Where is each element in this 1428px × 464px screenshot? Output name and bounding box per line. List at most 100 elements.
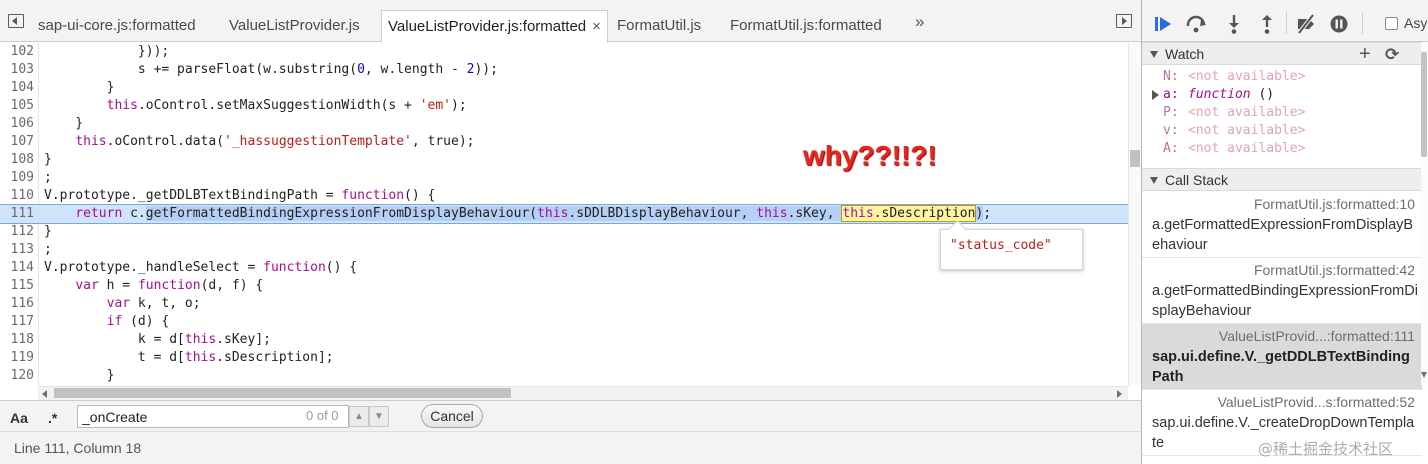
code-area[interactable]: 102 })); 103 s += parseFloat(w.substring(… <box>0 43 1128 386</box>
call-frame[interactable]: FormatUtil.js:formatted:42 a.getFormatted… <box>1142 258 1422 324</box>
code-text: ; <box>44 242 52 257</box>
call-frame-function: a.getFormattedBindingExpressionFromDispl… <box>1152 283 1418 319</box>
line-number[interactable]: 120 <box>0 367 34 385</box>
horizontal-scroll-thumb[interactable] <box>54 388 511 398</box>
step-into-icon[interactable] <box>1223 13 1245 35</box>
watch-value: <not available> <box>1188 105 1306 120</box>
line-number[interactable]: 115 <box>0 277 34 295</box>
async-checkbox[interactable] <box>1385 17 1398 30</box>
watch-name: v: <box>1163 123 1179 138</box>
line-number[interactable]: 103 <box>0 61 34 79</box>
line-number[interactable]: 107 <box>0 133 34 151</box>
code-line[interactable]: 103 s += parseFloat(w.substring(0, w.len… <box>0 61 1128 79</box>
watch-expression[interactable]: A: <not available> <box>1142 140 1422 158</box>
call-frame-location[interactable]: ValueListProvid...:formatted:111 <box>1219 328 1415 344</box>
code-line[interactable]: 104 } <box>0 79 1128 97</box>
line-number[interactable]: 116 <box>0 295 34 313</box>
pause-on-exceptions-icon[interactable] <box>1328 13 1350 35</box>
line-number[interactable]: 113 <box>0 241 34 259</box>
tab-sap-ui-core-formatted[interactable]: sap-ui-core.js:formatted <box>38 10 196 42</box>
watch-name: A: <box>1163 141 1179 156</box>
code-line[interactable]: 105 this.oControl.setMaxSuggestionWidth(… <box>0 97 1128 115</box>
expand-triangle-icon[interactable] <box>1152 90 1159 100</box>
code-line[interactable]: 117 if (d) { <box>0 313 1128 331</box>
watch-section-header[interactable]: Watch + ⟳ <box>1142 42 1422 65</box>
line-number[interactable]: 111 <box>0 205 34 223</box>
deactivate-breakpoints-icon[interactable] <box>1295 13 1317 35</box>
scroll-down-icon[interactable] <box>1421 372 1427 378</box>
async-label: Async <box>1404 15 1428 31</box>
cancel-search-button[interactable]: Cancel <box>421 404 483 428</box>
watch-expression[interactable]: a: function () <box>1142 86 1422 104</box>
match-case-toggle[interactable]: Aa <box>10 410 28 426</box>
popover-value: "status_code" <box>950 238 1052 253</box>
search-next-button[interactable]: ▼ <box>369 406 389 427</box>
tab-formatutil-formatted[interactable]: FormatUtil.js:formatted <box>730 10 882 42</box>
code-line[interactable]: 108} <box>0 151 1128 169</box>
code-text: V.prototype._handleSelect = function() { <box>44 260 358 275</box>
tab-formatutil[interactable]: FormatUtil.js <box>617 10 701 42</box>
search-previous-button[interactable]: ▲ <box>349 406 369 427</box>
code-line[interactable]: 107 this.oControl.data('_hassuggestionTe… <box>0 133 1128 151</box>
watch-expression[interactable]: v: <not available> <box>1142 122 1422 140</box>
code-line[interactable]: 119 t = d[this.sDescription]; <box>0 349 1128 367</box>
highlighted-code-line[interactable]: 111 return c.getFormattedBindingExpressi… <box>0 204 1128 224</box>
line-number[interactable]: 112 <box>0 223 34 241</box>
code-line[interactable]: 109; <box>0 169 1128 187</box>
code-text: })); <box>44 44 170 59</box>
code-line[interactable]: 120 } <box>0 367 1128 385</box>
annotation-text: why??!!?! <box>803 140 937 171</box>
sidebar-scroll-thumb[interactable] <box>1421 52 1427 157</box>
code-line[interactable]: 110 V.prototype._getDDLBTextBindingPath =… <box>0 187 1128 205</box>
code-line[interactable]: 102 })); <box>0 43 1128 61</box>
tab-label: ValueListProvider.js:formatted <box>388 18 587 35</box>
step-out-icon[interactable] <box>1256 13 1278 35</box>
code-text: this.oControl.setMaxSuggestionWidth(s + … <box>106 98 467 113</box>
watch-expression[interactable]: N: <not available> <box>1142 68 1422 86</box>
call-frame-function: sap.ui.define.V._getDDLBTextBindingPath <box>1152 349 1410 385</box>
line-number[interactable]: 110 <box>0 187 34 205</box>
call-frame-location[interactable]: FormatUtil.js:formatted:10 <box>1254 196 1415 212</box>
line-number[interactable]: 119 <box>0 349 34 367</box>
line-number[interactable]: 108 <box>0 151 34 169</box>
vertical-scroll-thumb[interactable] <box>1130 150 1140 167</box>
code-text: } <box>44 368 115 383</box>
add-watch-icon[interactable]: + <box>1359 43 1371 65</box>
toolbar-separator <box>1362 12 1363 34</box>
scroll-left-icon[interactable] <box>42 390 47 398</box>
call-frame[interactable]: ValueListProvid...:formatted:111 sap.ui.d… <box>1142 324 1422 390</box>
toolbar-separator <box>1286 12 1287 34</box>
call-stack-section-header[interactable]: Call Stack <box>1142 168 1422 191</box>
close-tab-icon[interactable]: × <box>592 18 601 35</box>
code-line[interactable]: 115 var h = function(d, f) { <box>0 277 1128 295</box>
more-tabs-icon[interactable]: » <box>915 12 925 32</box>
toggle-navigator-icon[interactable] <box>8 14 24 28</box>
line-number[interactable]: 114 <box>0 259 34 277</box>
code-line[interactable]: 118 k = d[this.sKey]; <box>0 331 1128 349</box>
line-number[interactable]: 118 <box>0 331 34 349</box>
code-text: V.prototype._getDDLBTextBindingPath = fu… <box>44 188 436 203</box>
line-number[interactable]: 117 <box>0 313 34 331</box>
regex-toggle[interactable]: .* <box>48 410 57 426</box>
call-frame-location[interactable]: FormatUtil.js:formatted:42 <box>1254 262 1415 278</box>
call-frame[interactable]: FormatUtil.js:formatted:10 a.getFormatted… <box>1142 192 1422 258</box>
watch-expression[interactable]: P: <not available> <box>1142 104 1422 122</box>
resume-icon[interactable] <box>1152 13 1174 35</box>
toggle-debugger-icon[interactable] <box>1116 14 1132 28</box>
line-number[interactable]: 102 <box>0 43 34 61</box>
line-number[interactable]: 104 <box>0 79 34 97</box>
line-number[interactable]: 109 <box>0 169 34 187</box>
code-line[interactable]: 116 var k, t, o; <box>0 295 1128 313</box>
vertical-scrollbar[interactable] <box>1128 43 1141 386</box>
step-over-icon[interactable] <box>1185 13 1207 35</box>
code-line[interactable]: 106 } <box>0 115 1128 133</box>
scroll-right-icon[interactable] <box>1117 390 1122 398</box>
line-number[interactable]: 105 <box>0 97 34 115</box>
refresh-watch-icon[interactable]: ⟳ <box>1385 45 1399 65</box>
line-number[interactable]: 106 <box>0 115 34 133</box>
call-frame-location[interactable]: ValueListProvid...s:formatted:52 <box>1218 394 1415 410</box>
line-number[interactable]: 121 <box>0 385 34 386</box>
tab-valuelistprovider[interactable]: ValueListProvider.js <box>229 10 360 42</box>
tab-valuelistprovider-formatted[interactable]: ValueListProvider.js:formatted × <box>381 10 608 43</box>
cursor-position: Line 111, Column 18 <box>14 440 142 456</box>
